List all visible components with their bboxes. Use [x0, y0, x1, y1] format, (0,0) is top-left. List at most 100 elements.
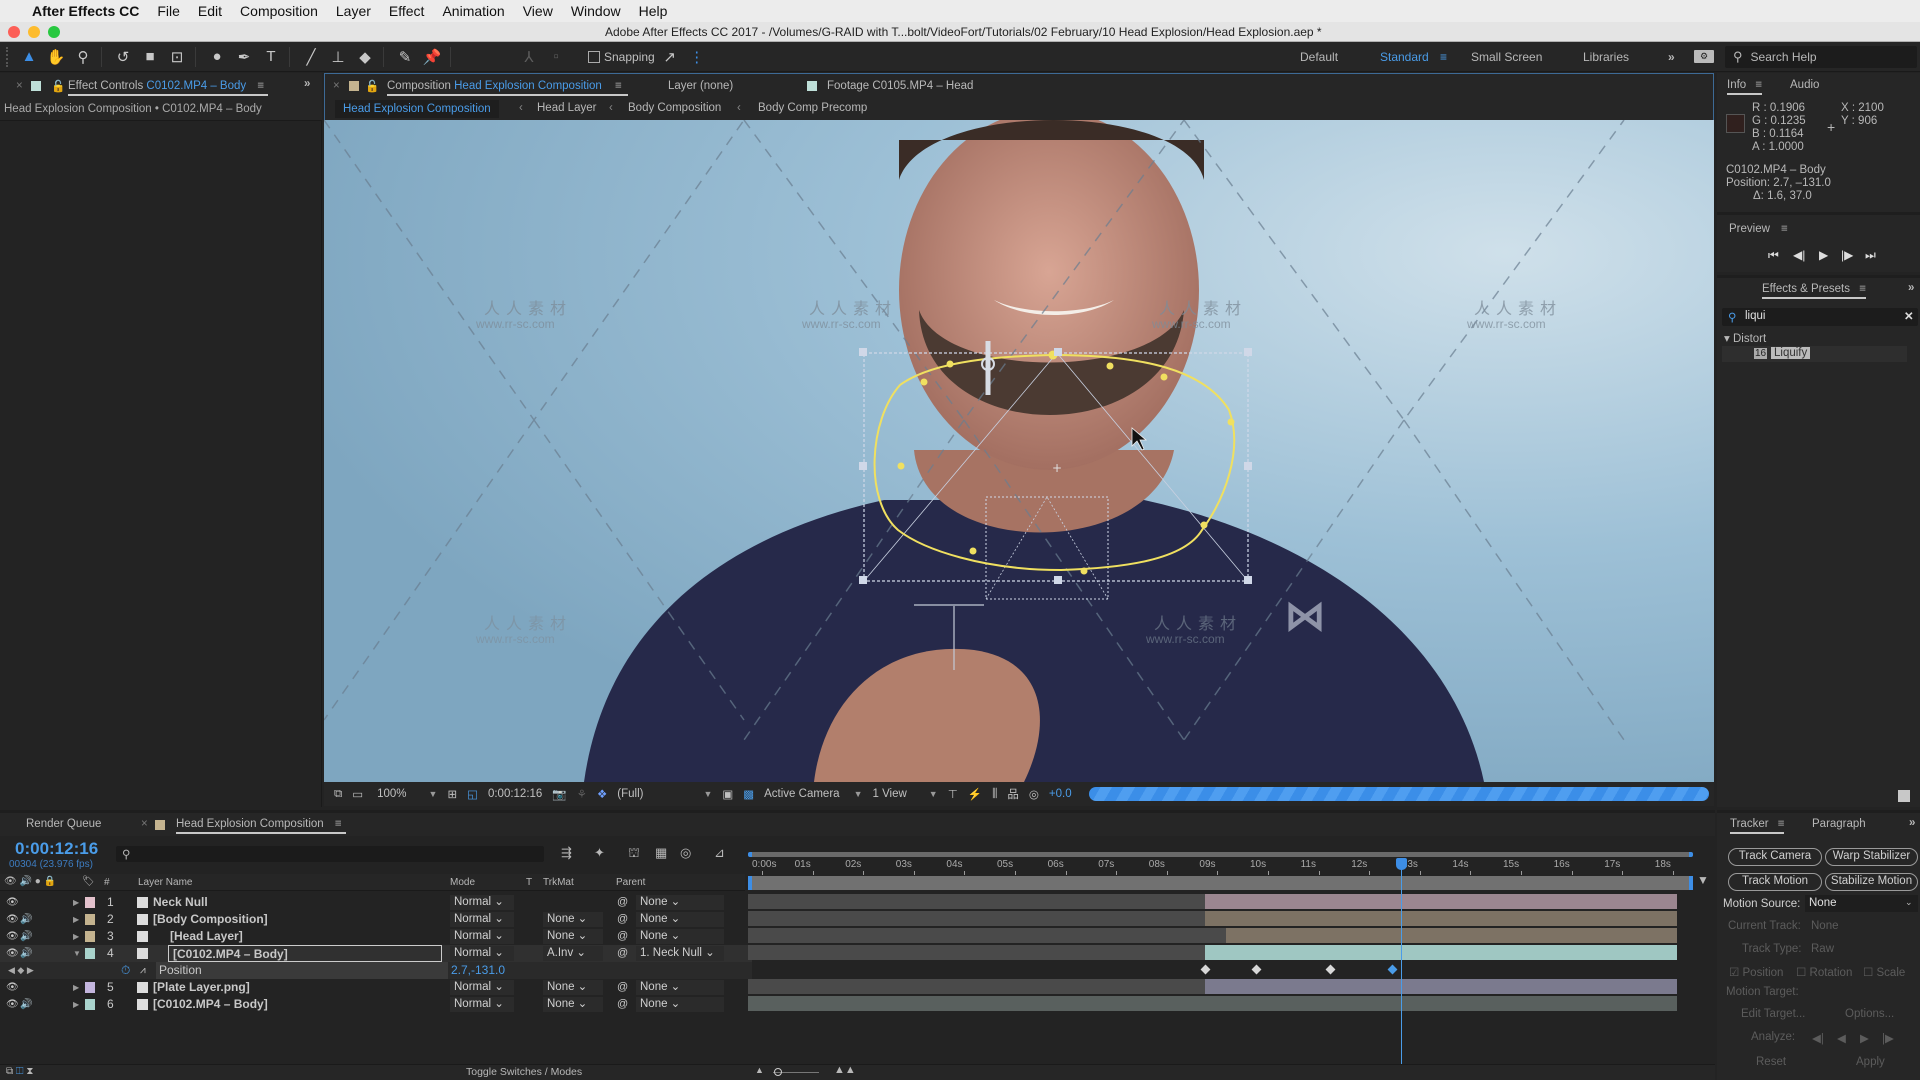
viewer-timecode[interactable]: 0:00:12:16 [488, 788, 542, 800]
layer-name[interactable]: [C0102.MP4 – Body] [168, 945, 442, 962]
layer-switches-icon[interactable]: ⧉ ◫ ⧗ [6, 1066, 33, 1077]
timeline-search-input[interactable]: ⚲ [116, 846, 544, 862]
roto-brush-tool-icon[interactable]: ✎ [393, 45, 417, 69]
menu-layer[interactable]: Layer [336, 3, 371, 19]
parent-pickwhip-icon[interactable]: @ [617, 996, 628, 1013]
analyze-backward-one-icon[interactable]: ◀| [1812, 1031, 1824, 1045]
comp-lock-icon[interactable]: 🔓 [365, 79, 379, 93]
comp-button-icon[interactable]: ▼ [1697, 873, 1709, 887]
layer-label-swatch[interactable] [85, 897, 95, 908]
play-icon[interactable]: ▶ [1819, 248, 1828, 262]
puppet-pin-tool-icon[interactable]: 📌 [420, 45, 444, 69]
panel-overflow-icon[interactable]: » [1909, 817, 1915, 829]
tab-head-explosion-timeline[interactable]: Head Explosion Composition ≡ [176, 818, 346, 834]
layer-parent-select[interactable]: None ⌄ [636, 929, 724, 944]
layer-duration-bar[interactable] [1225, 928, 1677, 943]
menu-animation[interactable]: Animation [442, 3, 504, 19]
clone-stamp-tool-icon[interactable]: ⊥ [326, 45, 350, 69]
close-panel-icon[interactable]: × [16, 80, 23, 92]
tab-effect-controls[interactable]: Effect Controls C0102.MP4 – Body ≡ [68, 80, 269, 96]
visibility-eye-icon[interactable]: 👁 [6, 928, 19, 945]
zoom-select[interactable]: 100% ▼ [377, 788, 437, 800]
resolution-select[interactable]: (Full) ▼ [617, 788, 712, 800]
flowchart-icon[interactable]: 品 [1007, 786, 1019, 802]
close-timeline-tab-icon[interactable]: × [141, 818, 148, 830]
snap-expand-icon[interactable]: ↗ [658, 45, 682, 69]
layer-duration-bar[interactable] [1205, 945, 1677, 960]
zoom-tool-icon[interactable]: ⚲ [71, 45, 95, 69]
breadcrumb-head-explosion[interactable]: Head Explosion Composition [335, 100, 499, 118]
layer-mode-select[interactable]: Normal ⌄ [450, 929, 514, 944]
comp-panel-menu-icon[interactable]: ≡ [615, 80, 622, 92]
breadcrumb-body-comp-precomp[interactable]: Body Comp Precomp [758, 102, 867, 114]
toggle-pixel-aspect-icon[interactable]: ⊤ [948, 787, 958, 801]
property-value[interactable]: 2.7,-131.0 [451, 962, 505, 979]
timeline-icon[interactable]: ⫼ [992, 788, 997, 801]
analyze-forward-one-icon[interactable]: |▶ [1882, 1031, 1894, 1045]
layer-trkmat-select[interactable]: None ⌄ [543, 997, 603, 1012]
track-motion-button[interactable]: Track Motion [1728, 873, 1822, 891]
motion-blur-icon[interactable]: ◎ [680, 845, 691, 861]
workspace-default[interactable]: Default [1300, 42, 1338, 72]
layer-trkmat-select[interactable]: None ⌄ [543, 929, 603, 944]
last-frame-icon[interactable]: ⏭ [1865, 248, 1876, 263]
pan-behind-tool-icon[interactable]: ⊡ [165, 45, 189, 69]
workspace-overflow-icon[interactable]: » [1668, 42, 1675, 72]
snapping-toggle[interactable]: Snapping [588, 50, 655, 64]
panel-overflow-icon[interactable]: » [1908, 282, 1914, 294]
property-row[interactable]: ◀ ◆ ▶ ⏱ ⩘ Position 2.7,-131.0 [0, 962, 752, 979]
camera-select[interactable]: Active Camera ▼ [764, 788, 862, 800]
layer-mode-select[interactable]: Normal ⌄ [450, 980, 514, 995]
tracker-menu-icon[interactable]: ≡ [1778, 818, 1785, 830]
workspace-settings-icon[interactable]: ⚙ [1694, 50, 1714, 63]
parent-pickwhip-icon[interactable]: @ [617, 894, 628, 911]
next-frame-icon[interactable]: |▶ [1841, 248, 1853, 262]
close-comp-tab-icon[interactable]: × [333, 80, 340, 92]
parent-pickwhip-icon[interactable]: @ [617, 911, 628, 928]
expand-arrow-icon[interactable]: ▶ [73, 979, 79, 996]
graph-icon[interactable]: ⩘ [140, 962, 146, 979]
brush-tool-icon[interactable]: ╱ [299, 45, 323, 69]
current-time-indicator[interactable] [1396, 858, 1408, 1080]
parent-pickwhip-icon[interactable]: @ [617, 979, 628, 996]
channel-icon[interactable]: ❖ [597, 787, 607, 801]
timeline-tracks[interactable]: 0:00s 01s 02s 03s 04s 05s 06s 07s 08s 09s 10s 11s 12… [748, 840, 1693, 1080]
layer-name[interactable]: [Body Composition] [153, 911, 268, 928]
menu-effect[interactable]: Effect [389, 3, 425, 19]
effects-menu-icon[interactable]: ≡ [1859, 283, 1866, 295]
visibility-eye-icon[interactable]: 👁 [6, 945, 19, 962]
expand-arrow-icon[interactable]: ▶ [73, 996, 79, 1013]
lock-icon[interactable]: 🔓 [51, 79, 65, 93]
region-of-interest-icon[interactable]: ▣ [722, 787, 733, 801]
audio-icon[interactable]: 🔊 [20, 928, 32, 945]
menu-composition[interactable]: Composition [240, 3, 318, 19]
layer-parent-select[interactable]: None ⌄ [636, 895, 724, 910]
panel-menu-icon[interactable]: ≡ [257, 80, 264, 92]
layer-duration-bar[interactable] [1205, 979, 1677, 994]
layer-parent-select[interactable]: 1. Neck Null ⌄ [636, 946, 724, 961]
track-camera-button[interactable]: Track Camera [1728, 848, 1822, 866]
tab-audio[interactable]: Audio [1790, 79, 1819, 91]
minimize-window-button[interactable] [28, 25, 40, 38]
monitor-icon[interactable]: ▭ [352, 787, 363, 801]
new-folder-icon[interactable] [1898, 790, 1910, 802]
time-ruler[interactable]: 0:00s 01s 02s 03s 04s 05s 06s 07s 08s 09s 10s 11s 12… [748, 859, 1693, 875]
parent-pickwhip-icon[interactable]: @ [617, 928, 628, 945]
first-frame-icon[interactable]: ⏮ [1768, 248, 1779, 263]
expand-arrow-icon[interactable]: ▼ [73, 945, 81, 962]
breadcrumb-body-composition[interactable]: Body Composition [628, 102, 721, 114]
workspace-standard[interactable]: Standard [1380, 42, 1429, 72]
keyframe-navigator-icon[interactable]: ◀ ◆ ▶ [8, 962, 34, 979]
tab-layer[interactable]: Layer (none) [668, 80, 733, 92]
reset-exposure-icon[interactable]: ◎ [1029, 787, 1039, 801]
selection-tool-icon[interactable]: ▲ [17, 45, 41, 69]
layer-label-swatch[interactable] [85, 999, 95, 1010]
always-preview-icon[interactable]: ⧉ [334, 788, 342, 801]
layer-parent-select[interactable]: None ⌄ [636, 912, 724, 927]
column-layer-name[interactable]: Layer Name [138, 877, 192, 888]
time-navigator[interactable] [748, 852, 1693, 857]
layer-row[interactable]: 👁 🔊 ▶ 3 [Head Layer] Normal ⌄ None ⌄ @ None ⌄ [0, 928, 752, 945]
composition-viewer[interactable]: ⋈ + 人人素材 www.rr-sc.com 人人素材 www.rr-sc.co… [324, 120, 1714, 782]
stabilize-motion-button[interactable]: Stabilize Motion [1825, 873, 1918, 891]
layer-parent-select[interactable]: None ⌄ [636, 980, 724, 995]
